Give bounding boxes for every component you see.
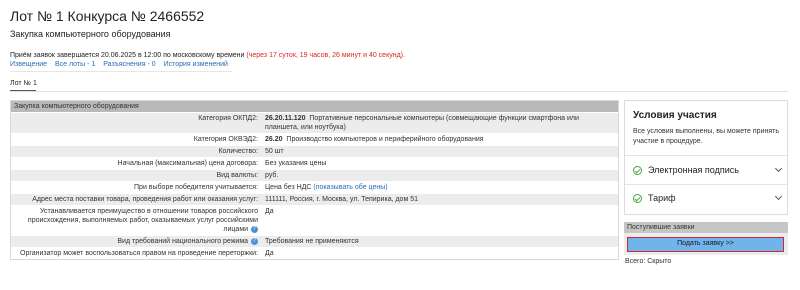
check-circle-icon (633, 165, 642, 175)
okved2-desc: Производство компьютеров и периферийного… (286, 136, 484, 143)
applications-total: Всего: Скрыто (625, 258, 672, 265)
preference-label: Устанавливается преимущество в отношении… (27, 208, 258, 233)
table-row: Адрес места поставки товара, проведения … (11, 193, 618, 205)
show-both-prices-link[interactable]: (показывать обе цены) (313, 184, 387, 191)
tab-lot-1[interactable]: Лот № 1 (10, 80, 37, 87)
row-label: Вид требований национального режима (11, 236, 261, 247)
page-title: Лот № 1 Конкурса № 2466552 (10, 8, 205, 24)
tab-divider (10, 91, 788, 92)
link-notice[interactable]: Извещение (10, 61, 47, 68)
conditions-divider (625, 155, 787, 156)
row-label: Организатор может воспользоваться правом… (20, 250, 258, 257)
table-row: Вид требований национального режима Треб… (11, 235, 618, 247)
page-subtitle: Закупка компьютерного оборудования (10, 29, 171, 39)
info-icon[interactable] (251, 225, 258, 234)
okpd2-desc: Портативные персональные компьютеры (сов… (265, 115, 579, 131)
row-value: 26.20 Производство компьютеров и перифер… (261, 134, 618, 145)
deadline-remaining: (через 17 суток, 19 часов, 26 минут и 40… (246, 52, 405, 59)
condition-tariff[interactable]: Тариф (633, 191, 783, 205)
table-row: Вид валюты: руб. (11, 169, 618, 181)
row-value: Да (265, 250, 274, 257)
row-label: Начальная (максимальная) цена договора: (117, 160, 258, 167)
table-row: Начальная (максимальная) цена договора: … (11, 157, 618, 169)
row-label: Адрес места поставки товара, проведения … (32, 196, 258, 203)
table-row: Организатор может воспользоваться правом… (11, 247, 618, 259)
condition-e-signature[interactable]: Электронная подпись (633, 163, 783, 177)
okpd2-code: 26.20.11.120 (265, 115, 306, 122)
table-row: Категория ОКПД2: 26.20.11.120 Портативны… (11, 112, 618, 133)
row-label: При выборе победителя учитывается: (134, 184, 258, 191)
row-value: Цена без НДС (показывать обе цены) (261, 182, 618, 193)
table-row: Категория ОКВЭД2: 26.20 Производство ком… (11, 133, 618, 145)
received-applications: Поступившие заявки Подать заявку >> Всег… (624, 222, 788, 268)
chevron-down-icon (774, 192, 783, 201)
row-value: Да (265, 208, 274, 215)
condition-label: Электронная подпись (648, 165, 739, 175)
participation-conditions-panel: Условия участия Все условия выполнены, в… (624, 100, 788, 215)
row-label: Количество: (218, 148, 258, 155)
row-value: 50 шт (265, 148, 284, 155)
deadline-notice: Приём заявок завершается 20.06.2025 в 12… (10, 52, 405, 59)
submit-application-button[interactable]: Подать заявку >> (627, 237, 784, 252)
national-regime-label: Вид требований национального режима (117, 238, 249, 245)
row-label: Категория ОКВЭД2: (193, 136, 258, 143)
row-value: 26.20.11.120 Портативные персональные ко… (261, 113, 618, 133)
row-value: Требования не применяются (265, 238, 359, 245)
price-basis: Цена без НДС (265, 184, 314, 191)
row-value: 111111, Россия, г. Москва, ул. Тепирика,… (265, 196, 418, 203)
check-circle-icon (633, 193, 642, 203)
link-all-lots[interactable]: Все лоты - 1 (55, 61, 95, 68)
table-row: Количество: 50 шт (11, 145, 618, 157)
applications-body: Подать заявку >> (624, 233, 788, 255)
lot-details-table: Закупка компьютерного оборудования Катег… (10, 100, 619, 260)
links-divider (10, 71, 232, 72)
chevron-down-icon (774, 164, 783, 173)
table-row: При выборе победителя учитывается: Цена … (11, 181, 618, 193)
table-header: Закупка компьютерного оборудования (11, 101, 618, 112)
row-label: Вид валюты: (216, 172, 258, 179)
row-label: Категория ОКПД2: (198, 115, 258, 122)
row-value: Без указания цены (265, 160, 327, 167)
conditions-divider (625, 184, 787, 185)
row-label: Устанавливается преимущество в отношении… (11, 206, 261, 235)
conditions-description: Все условия выполнены, вы можете принять… (633, 128, 779, 145)
info-icon[interactable] (251, 237, 258, 246)
deadline-text: Приём заявок завершается 20.06.2025 в 12… (10, 52, 247, 59)
conditions-title: Условия участия (633, 110, 717, 121)
link-history[interactable]: История изменений (164, 61, 228, 68)
condition-label: Тариф (648, 193, 676, 203)
okved2-code: 26.20 (265, 136, 283, 143)
row-value: руб. (265, 172, 279, 179)
lot-links: Извещение Все лоты - 1 Разъяснения - 0 И… (10, 61, 234, 68)
link-clarifications[interactable]: Разъяснения - 0 (103, 61, 155, 68)
table-row: Устанавливается преимущество в отношении… (11, 205, 618, 235)
applications-header: Поступившие заявки (624, 222, 788, 233)
